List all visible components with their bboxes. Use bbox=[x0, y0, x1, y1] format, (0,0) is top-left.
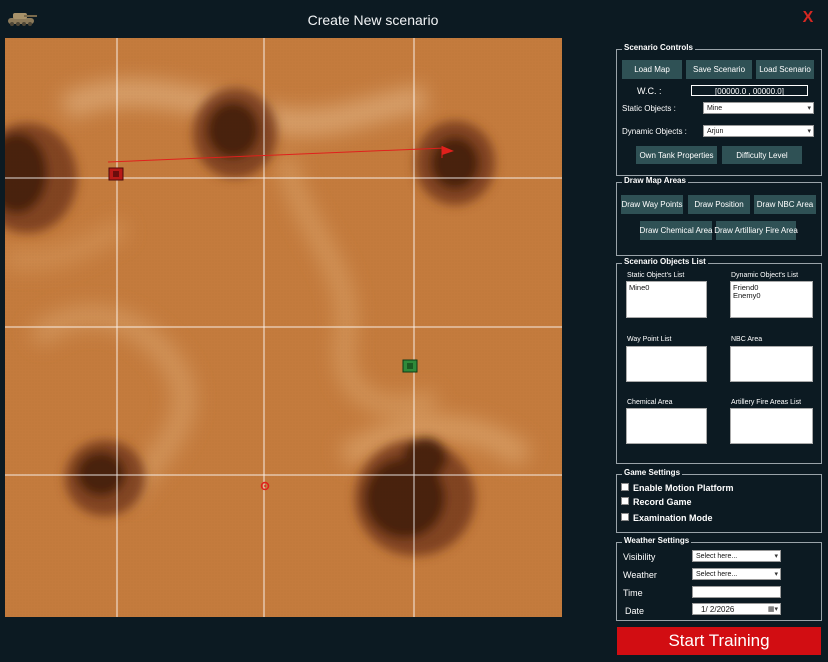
dynamic-objects-value: Arjun bbox=[707, 128, 724, 135]
wc-value: [00000.0 , 00000.0] bbox=[691, 85, 808, 96]
chevron-down-icon: ▾ bbox=[774, 553, 778, 560]
difficulty-level-button[interactable]: Difficulty Level bbox=[722, 146, 802, 164]
game-settings-legend: Game Settings bbox=[622, 468, 683, 477]
record-game-checkbox[interactable] bbox=[621, 497, 629, 505]
list-item[interactable]: Enemy0 bbox=[733, 292, 810, 300]
title-bar: Create New scenario X bbox=[0, 0, 828, 38]
scenario-objects-list-legend: Scenario Objects List bbox=[622, 257, 708, 266]
motion-platform-label: Enable Motion Platform bbox=[633, 483, 734, 493]
draw-map-areas-legend: Draw Map Areas bbox=[622, 176, 688, 185]
record-game-label: Record Game bbox=[633, 497, 692, 507]
way-point-listbox[interactable] bbox=[626, 346, 707, 382]
terrain-canvas[interactable] bbox=[5, 38, 562, 617]
weather-settings-legend: Weather Settings bbox=[622, 536, 692, 545]
draw-nbc-area-button[interactable]: Draw NBC Area bbox=[754, 195, 816, 214]
chevron-down-icon: ▾ bbox=[807, 128, 811, 135]
artillery-listbox[interactable] bbox=[730, 408, 813, 444]
static-objects-value: Mine bbox=[707, 105, 723, 112]
calendar-icon[interactable]: ▦▾ bbox=[768, 604, 778, 616]
nbc-area-listbox[interactable] bbox=[730, 346, 813, 382]
start-training-button[interactable]: Start Training bbox=[617, 627, 821, 655]
time-label: Time bbox=[623, 588, 643, 598]
load-map-button[interactable]: Load Map bbox=[622, 60, 682, 79]
close-button[interactable]: X bbox=[800, 9, 816, 27]
artillery-list-label: Artillery Fire Areas List bbox=[731, 399, 802, 406]
way-point-list-label: Way Point List bbox=[627, 336, 672, 343]
list-item[interactable]: Mine0 bbox=[629, 284, 704, 292]
motion-platform-checkbox[interactable] bbox=[621, 483, 629, 491]
chemical-area-label: Chemical Area bbox=[627, 399, 673, 406]
dynamic-objects-listbox[interactable]: Friend0 Enemy0 bbox=[730, 281, 813, 318]
dynamic-objects-select[interactable]: Arjun ▾ bbox=[703, 125, 814, 137]
static-objects-listbox[interactable]: Mine0 bbox=[626, 281, 707, 318]
weather-value: Select here... bbox=[696, 571, 738, 578]
own-tank-properties-button[interactable]: Own Tank Properties bbox=[636, 146, 717, 164]
static-list-label: Static Object's List bbox=[627, 272, 685, 279]
examination-mode-label: Examination Mode bbox=[633, 513, 713, 523]
examination-mode-checkbox[interactable] bbox=[621, 513, 629, 521]
visibility-label: Visibility bbox=[623, 552, 656, 562]
time-input[interactable] bbox=[692, 586, 781, 598]
draw-chemical-area-button[interactable]: Draw Chemical Area bbox=[640, 221, 712, 240]
static-objects-label: Static Objects : bbox=[622, 104, 676, 113]
save-scenario-button[interactable]: Save Scenario bbox=[686, 60, 752, 79]
draw-position-button[interactable]: Draw Position bbox=[688, 195, 750, 214]
chemical-area-listbox[interactable] bbox=[626, 408, 707, 444]
chevron-down-icon: ▾ bbox=[807, 105, 811, 112]
enemy-tank-icon[interactable] bbox=[108, 167, 124, 181]
load-scenario-button[interactable]: Load Scenario bbox=[756, 60, 814, 79]
draw-map-areas-panel: Draw Map Areas bbox=[616, 176, 822, 256]
scenario-controls-legend: Scenario Controls bbox=[622, 43, 695, 52]
draw-way-points-button[interactable]: Draw Way Points bbox=[621, 195, 683, 214]
friend-tank-icon[interactable] bbox=[402, 359, 418, 373]
chevron-down-icon: ▾ bbox=[774, 571, 778, 578]
wc-label: W.C. : bbox=[637, 86, 662, 96]
dynamic-list-label: Dynamic Object's List bbox=[731, 272, 799, 279]
terrain-map[interactable] bbox=[5, 38, 562, 617]
visibility-value: Select here... bbox=[696, 553, 738, 560]
dynamic-objects-label: Dynamic Objects : bbox=[622, 127, 687, 136]
draw-artillery-fire-area-button[interactable]: Draw Artilliary Fire Area bbox=[714, 221, 798, 240]
window-title: Create New scenario bbox=[307, 12, 439, 28]
weather-select[interactable]: Select here... ▾ bbox=[692, 568, 781, 580]
date-label: Date bbox=[625, 606, 645, 616]
date-picker[interactable]: 1/ 2/2026 ▦▾ bbox=[692, 603, 781, 615]
visibility-select[interactable]: Select here... ▾ bbox=[692, 550, 781, 562]
static-objects-select[interactable]: Mine ▾ bbox=[703, 102, 814, 114]
nbc-area-label: NBC Area bbox=[731, 336, 763, 343]
weather-label: Weather bbox=[623, 570, 657, 580]
date-value: 1/ 2/2026 bbox=[701, 605, 735, 614]
